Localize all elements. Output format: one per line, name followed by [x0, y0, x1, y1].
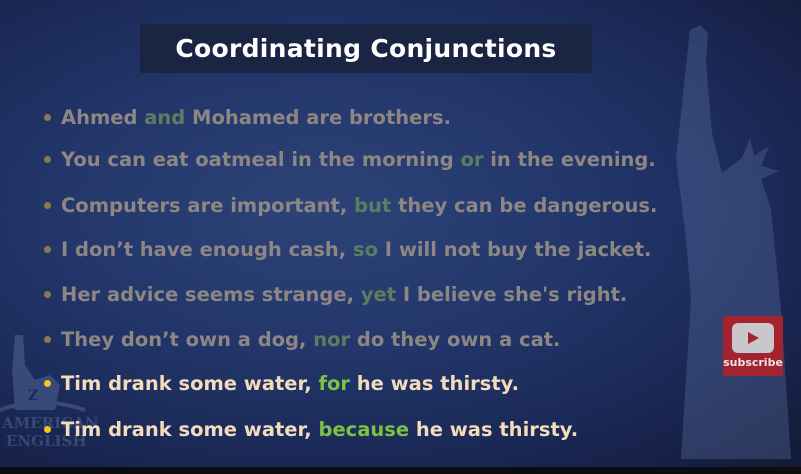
sentence-item: I don’t have enough cash, so I will not … — [44, 238, 651, 261]
bullet-icon — [44, 202, 51, 209]
conjunction: yet — [360, 283, 397, 306]
sentence-before: You can eat oatmeal in the morning — [61, 148, 461, 171]
sentence-before: Ahmed — [61, 106, 145, 129]
conjunction: and — [144, 106, 186, 129]
youtube-play-icon — [732, 323, 774, 353]
sentence-after: I will not buy the jacket. — [378, 238, 652, 261]
sentence-after: they can be dangerous. — [391, 194, 658, 217]
bullet-icon — [44, 114, 51, 121]
subscribe-button[interactable]: subscribe — [723, 316, 783, 376]
slide: Z AMERICAN ENGLISH Coordinating Conjunct… — [0, 0, 801, 467]
bullet-icon — [44, 336, 51, 343]
conjunction: or — [460, 148, 484, 171]
bullet-icon — [44, 291, 51, 298]
sentence-item: Her advice seems strange, yet I believe … — [44, 283, 627, 306]
conjunction: but — [354, 194, 392, 217]
sentence-after: I believe she's right. — [396, 283, 628, 306]
sentence-item: You can eat oatmeal in the morning or in… — [44, 148, 656, 171]
sentence-before: Her advice seems strange, — [61, 283, 361, 306]
conjunction: so — [353, 238, 379, 261]
subscribe-label: subscribe — [723, 356, 783, 369]
bullet-icon — [44, 380, 51, 387]
title-banner: Coordinating Conjunctions — [140, 24, 592, 73]
conjunction: for — [318, 372, 350, 395]
sentence-before: Computers are important, — [61, 194, 355, 217]
statue-of-liberty-silhouette — [676, 25, 791, 459]
conjunction: because — [318, 418, 410, 441]
sentence-after: he was thirsty. — [409, 418, 579, 441]
sentence-item: Tim drank some water, for he was thirsty… — [44, 372, 519, 395]
sentence-after: do they own a cat. — [350, 328, 561, 351]
sentence-before: They don’t own a dog, — [61, 328, 314, 351]
sentence-after: in the evening. — [483, 148, 656, 171]
bullet-icon — [44, 426, 51, 433]
sentence-item: They don’t own a dog, nor do they own a … — [44, 328, 560, 351]
sentence-before: I don’t have enough cash, — [61, 238, 353, 261]
sentence-after: Mohamed are brothers. — [185, 106, 452, 129]
sentence-before: Tim drank some water, — [61, 418, 319, 441]
sentence-before: Tim drank some water, — [61, 372, 319, 395]
bullet-icon — [44, 246, 51, 253]
sentence-item: Computers are important, but they can be… — [44, 194, 657, 217]
conjunction: nor — [313, 328, 351, 351]
slide-title: Coordinating Conjunctions — [175, 34, 557, 63]
sentence-after: he was thirsty. — [349, 372, 520, 395]
bullet-icon — [44, 156, 51, 163]
sentence-item: Ahmed and Mohamed are brothers. — [44, 106, 451, 129]
sentence-item: Tim drank some water, because he was thi… — [44, 418, 578, 441]
